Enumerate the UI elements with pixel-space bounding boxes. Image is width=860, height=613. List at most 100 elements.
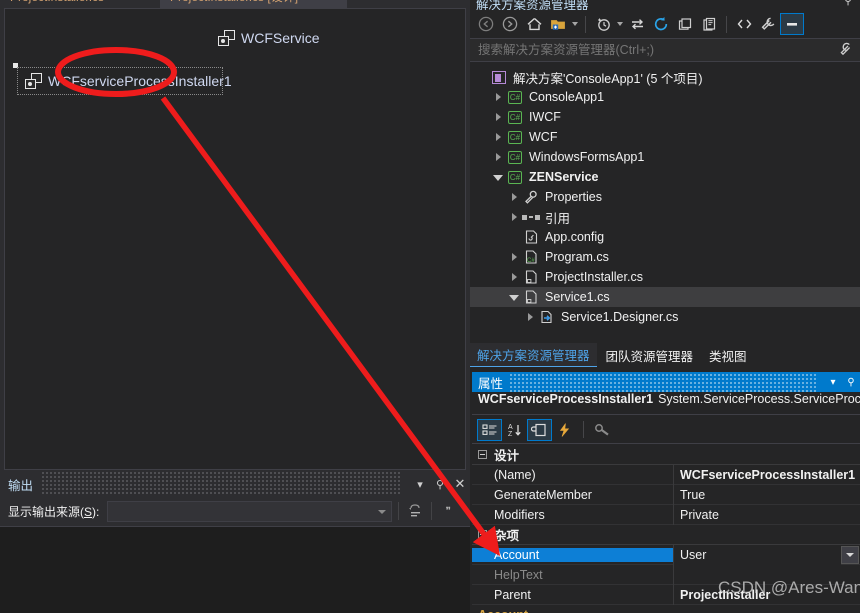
tree-item[interactable]: App.config <box>470 227 860 247</box>
chevron-right-icon[interactable] <box>506 253 522 261</box>
collapse-box-icon[interactable] <box>478 530 487 539</box>
output-pin-icon[interactable]: ⚲ <box>430 473 450 495</box>
svg-text:C#: C# <box>527 258 535 264</box>
alphabetical-view-icon[interactable]: A Z <box>502 419 527 441</box>
csharp-icon: C# <box>508 130 522 144</box>
tree-item[interactable]: C# Program.cs <box>470 247 860 267</box>
tree-item[interactable]: 引用 <box>470 207 860 227</box>
search-input[interactable] <box>470 42 840 58</box>
se-bottom-tab[interactable]: 类视图 <box>702 344 754 367</box>
property-value[interactable]: Private <box>673 504 860 525</box>
back-icon[interactable] <box>474 13 498 35</box>
property-category[interactable]: 杂项 <box>472 525 860 545</box>
component-wcfserviceprocessinstaller1[interactable]: WCFserviceProcessInstaller1 <box>17 67 232 95</box>
chevron-right-icon[interactable] <box>490 93 506 101</box>
property-value[interactable]: WCFserviceProcessInstaller1 <box>673 464 860 485</box>
property-row[interactable]: Modifiers Private <box>472 504 860 525</box>
chevron-right-icon[interactable] <box>522 313 538 321</box>
preview-selected-items-icon[interactable] <box>780 13 804 35</box>
tab-projectinstaller-code[interactable]: ProjectInstaller.cs <box>0 0 115 8</box>
chevron-down-icon <box>378 509 387 514</box>
properties-selected-object[interactable]: WCFserviceProcessInstaller1 System.Servi… <box>472 392 860 415</box>
chevron-right-icon[interactable] <box>506 213 522 221</box>
tree-item-label: ZENService <box>529 170 599 184</box>
solution-explorer-pin-icon[interactable]: ⚲ <box>844 0 852 7</box>
wrench-icon <box>522 190 540 204</box>
tree-item-label: Program.cs <box>545 250 609 264</box>
chevron-down-icon[interactable] <box>570 13 580 35</box>
new-folder-icon[interactable] <box>546 13 570 35</box>
sync-icon[interactable] <box>625 13 649 35</box>
chevron-right-icon[interactable] <box>490 153 506 161</box>
chevron-right-icon[interactable] <box>506 273 522 281</box>
tree-item[interactable]: C# WCF <box>470 127 860 147</box>
tree-item[interactable]: Properties <box>470 187 860 207</box>
output-source-combo[interactable] <box>107 500 393 522</box>
component-icon <box>218 30 235 46</box>
property-value[interactable]: User <box>673 544 841 565</box>
output-close-icon[interactable]: ✕ <box>450 473 470 495</box>
property-pages-wrench-icon[interactable] <box>590 419 615 441</box>
solution-explorer-search[interactable] <box>470 38 860 62</box>
divider <box>585 15 586 33</box>
collapse-all-icon[interactable] <box>673 13 697 35</box>
properties-pin-icon[interactable]: ⚲ <box>842 372 860 392</box>
properties-page-icon[interactable] <box>527 418 552 441</box>
tree-item[interactable]: C# WindowsFormsApp1 <box>470 147 860 167</box>
output-dropdown-icon[interactable]: ▾ <box>410 473 430 495</box>
chevron-right-icon[interactable] <box>490 113 506 121</box>
home-icon[interactable] <box>522 13 546 35</box>
selected-object-type: System.ServiceProcess.ServiceProc <box>658 392 860 406</box>
property-row[interactable]: (Name) WCFserviceProcessInstaller1 <box>472 464 860 485</box>
chevron-down-icon[interactable] <box>615 13 625 35</box>
se-bottom-tab[interactable]: 团队资源管理器 <box>599 344 701 367</box>
tree-item[interactable]: ProjectInstaller.cs <box>470 267 860 287</box>
tree-item-label: WindowsFormsApp1 <box>529 150 645 164</box>
tab-close-icon[interactable]: ✕ <box>326 0 348 8</box>
cs-file-icon: C# <box>522 250 540 264</box>
tree-item-label: Service1.Designer.cs <box>561 310 679 324</box>
properties-dropdown-icon[interactable]: ▾ <box>824 372 842 392</box>
forward-icon[interactable] <box>498 13 522 35</box>
chevron-down-icon[interactable] <box>490 173 506 181</box>
output-source-label-key: S <box>84 504 93 519</box>
component-wcfservice[interactable]: WCFService <box>218 30 320 46</box>
designer-icon <box>538 310 556 324</box>
view-code-icon[interactable] <box>732 13 756 35</box>
categorized-view-icon[interactable] <box>477 418 502 441</box>
se-bottom-tab[interactable]: 解决方案资源管理器 <box>470 343 597 367</box>
tree-item-label: ConsoleApp1 <box>529 90 605 104</box>
toggle-wordwrap-icon[interactable]: ❞ <box>438 500 458 522</box>
property-value-dropdown-icon[interactable] <box>841 545 859 564</box>
property-row[interactable]: GenerateMember True <box>472 484 860 505</box>
collapse-box-icon[interactable] <box>478 450 487 459</box>
property-category[interactable]: 设计 <box>472 445 860 465</box>
component-icon <box>25 73 42 89</box>
csharp-icon: C# <box>508 170 522 184</box>
property-name: Account <box>472 547 673 562</box>
events-lightning-icon[interactable] <box>552 419 577 441</box>
tree-item[interactable]: C# ConsoleApp1 <box>470 87 860 107</box>
solution-tree[interactable]: 解决方案'ConsoleApp1' (5 个项目) C# ConsoleApp1 C#… <box>470 63 860 340</box>
tree-item[interactable]: Service1.Designer.cs <box>470 307 860 327</box>
property-row[interactable]: Account User <box>472 544 860 565</box>
tree-item-label: 解决方案'ConsoleApp1' (5 个项目) <box>513 71 703 86</box>
tree-item[interactable]: C# ZENService <box>470 167 860 187</box>
properties-wrench-icon[interactable] <box>756 13 780 35</box>
tree-item[interactable]: 解决方案'ConsoleApp1' (5 个项目) <box>470 67 860 87</box>
chevron-down-icon[interactable] <box>506 293 522 301</box>
vs-ide-window: ProjectInstaller.cs ProjectInstaller.cs … <box>0 0 860 613</box>
tab-projectinstaller-design[interactable]: ProjectInstaller.cs [设计] <box>160 0 345 8</box>
property-value[interactable]: True <box>673 484 860 505</box>
chevron-right-icon[interactable] <box>506 193 522 201</box>
winforms-designer-surface[interactable]: WCFService WCFserviceProcessInstaller1 <box>4 8 466 470</box>
output-text-area[interactable] <box>0 526 470 613</box>
refresh-icon[interactable] <box>649 13 673 35</box>
chevron-right-icon[interactable] <box>490 133 506 141</box>
clear-output-icon[interactable] <box>405 500 425 522</box>
tree-item[interactable]: C# IWCF <box>470 107 860 127</box>
pending-changes-icon[interactable] <box>591 13 615 35</box>
search-icon[interactable] <box>840 42 860 59</box>
show-all-files-icon[interactable] <box>697 13 721 35</box>
tree-item[interactable]: Service1.cs <box>470 287 860 307</box>
